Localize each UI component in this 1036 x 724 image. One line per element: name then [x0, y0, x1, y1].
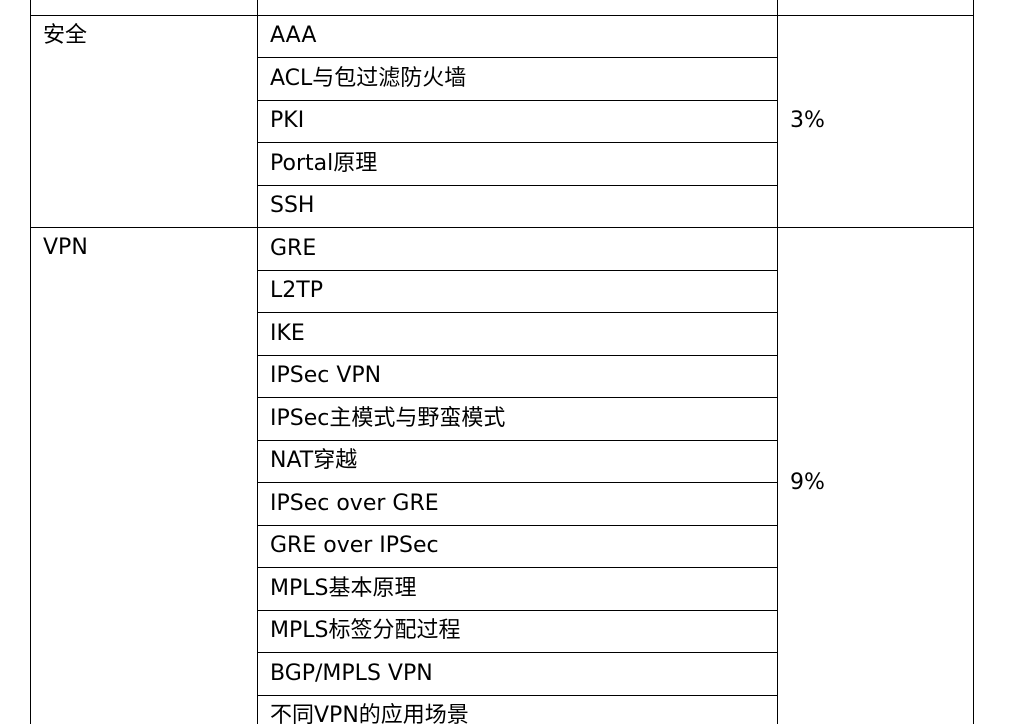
topic-cell: IPSec主模式与野蛮模式 — [257, 397, 778, 441]
topic-cell: L2TP — [257, 269, 778, 313]
empty-cell — [257, 0, 778, 16]
topic-cell: ACL与包过滤防火墙 — [257, 57, 778, 101]
topic-cell: IKE — [257, 312, 778, 356]
topic-cell: PKI — [257, 99, 778, 143]
topic-cell: 不同VPN的应用场景 — [257, 694, 778, 724]
empty-cell — [777, 0, 974, 16]
table-row-partial-top — [30, 0, 974, 16]
table-row: 安全 AAA 3% — [30, 14, 974, 228]
category-cell: 安全 — [30, 14, 258, 228]
topic-cell: IPSec over GRE — [257, 482, 778, 526]
empty-cell — [30, 0, 258, 16]
table-body: 安全 AAA 3% ACL与包过滤防火墙 PKI Portal原理 SSH VPN GRE 9% L… — [30, 0, 974, 724]
topic-cell: NAT穿越 — [257, 439, 778, 483]
syllabus-table: 安全 AAA 3% ACL与包过滤防火墙 PKI Portal原理 SSH VPN GRE 9% L… — [30, 0, 974, 724]
category-cell: VPN — [30, 227, 258, 724]
topic-cell: SSH — [257, 184, 778, 228]
topic-cell: Portal原理 — [257, 142, 778, 186]
table-row: VPN GRE 9% — [30, 227, 974, 724]
topic-cell: GRE over IPSec — [257, 524, 778, 568]
weight-cell: 9% — [777, 227, 974, 724]
topic-cell: GRE — [257, 227, 778, 271]
topic-cell: MPLS标签分配过程 — [257, 609, 778, 653]
weight-cell: 3% — [777, 14, 974, 228]
topic-cell: BGP/MPLS VPN — [257, 652, 778, 696]
topic-cell: AAA — [257, 14, 778, 58]
topic-cell: MPLS基本原理 — [257, 567, 778, 611]
topic-cell: IPSec VPN — [257, 354, 778, 398]
